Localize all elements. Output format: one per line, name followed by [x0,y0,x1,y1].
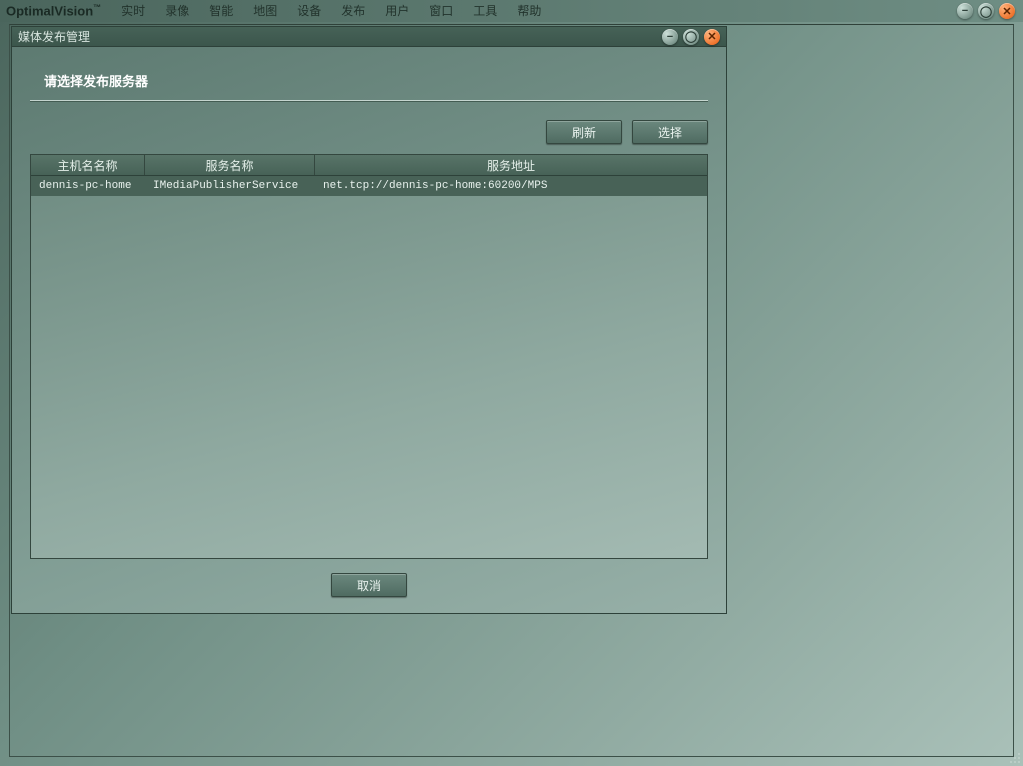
menu-help[interactable]: 帮助 [507,0,551,22]
close-icon: ✕ [707,30,716,43]
table-row[interactable]: dennis-pc-home IMediaPublisherService ne… [31,176,707,196]
close-icon: ✕ [1002,5,1011,18]
menu-smart[interactable]: 智能 [199,0,243,22]
table-body[interactable]: dennis-pc-home IMediaPublisherService ne… [31,176,707,558]
child-close-button[interactable]: ✕ [704,29,720,45]
footer-button-row: 取消 [22,559,716,601]
minimize-icon: − [962,5,968,17]
main-client-area: 媒体发布管理 − ◯ ✕ 请选择发布服务器 刷新 选择 主机名名称 服务名称 服… [9,24,1014,757]
select-button[interactable]: 选择 [632,120,708,144]
menu-device[interactable]: 设备 [287,0,331,22]
child-titlebar[interactable]: 媒体发布管理 − ◯ ✕ [12,27,726,47]
table-header: 主机名名称 服务名称 服务地址 [31,155,707,176]
brand-tm: ™ [93,3,101,12]
child-maximize-button[interactable]: ◯ [683,29,699,45]
main-window-controls: − ◯ ✕ [957,3,1017,19]
cancel-button[interactable]: 取消 [331,573,407,597]
menu-tools[interactable]: 工具 [463,0,507,22]
minimize-icon: − [667,31,673,43]
resize-grip[interactable] [1008,751,1022,765]
main-close-button[interactable]: ✕ [999,3,1015,19]
server-table: 主机名名称 服务名称 服务地址 dennis-pc-home IMediaPub… [30,154,708,559]
cell-address: net.tcp://dennis-pc-home:60200/MPS [317,180,707,192]
child-minimize-button[interactable]: − [662,29,678,45]
app-brand: OptimalVision™ [6,3,101,18]
menu-user[interactable]: 用户 [375,0,419,22]
maximize-icon: ◯ [980,5,992,18]
menu-map[interactable]: 地图 [243,0,287,22]
section-title: 请选择发布服务器 [22,55,716,100]
main-minimize-button[interactable]: − [957,3,973,19]
divider [30,100,708,101]
child-window-title: 媒体发布管理 [18,28,90,45]
maximize-icon: ◯ [685,30,697,43]
menu-window[interactable]: 窗口 [419,0,463,22]
child-body: 请选择发布服务器 刷新 选择 主机名名称 服务名称 服务地址 dennis-pc… [12,47,726,613]
refresh-button[interactable]: 刷新 [546,120,622,144]
brand-text: OptimalVision [6,4,93,19]
menu-record[interactable]: 录像 [155,0,199,22]
resize-grip-icon [1008,751,1022,765]
col-header-address[interactable]: 服务地址 [315,155,707,175]
menu-realtime[interactable]: 实时 [111,0,155,22]
main-maximize-button[interactable]: ◯ [978,3,994,19]
col-header-host[interactable]: 主机名名称 [31,155,145,175]
cell-service: IMediaPublisherService [147,180,317,192]
child-window-controls: − ◯ ✕ [662,29,722,45]
divider-shadow [30,101,708,102]
main-menubar: OptimalVision™ 实时 录像 智能 地图 设备 发布 用户 窗口 工… [0,0,1023,22]
col-header-service[interactable]: 服务名称 [145,155,315,175]
cell-host: dennis-pc-home [33,180,147,192]
menu-publish[interactable]: 发布 [331,0,375,22]
child-window-media-publish: 媒体发布管理 − ◯ ✕ 请选择发布服务器 刷新 选择 主机名名称 服务名称 服… [11,26,727,614]
action-button-row: 刷新 选择 [22,106,716,154]
